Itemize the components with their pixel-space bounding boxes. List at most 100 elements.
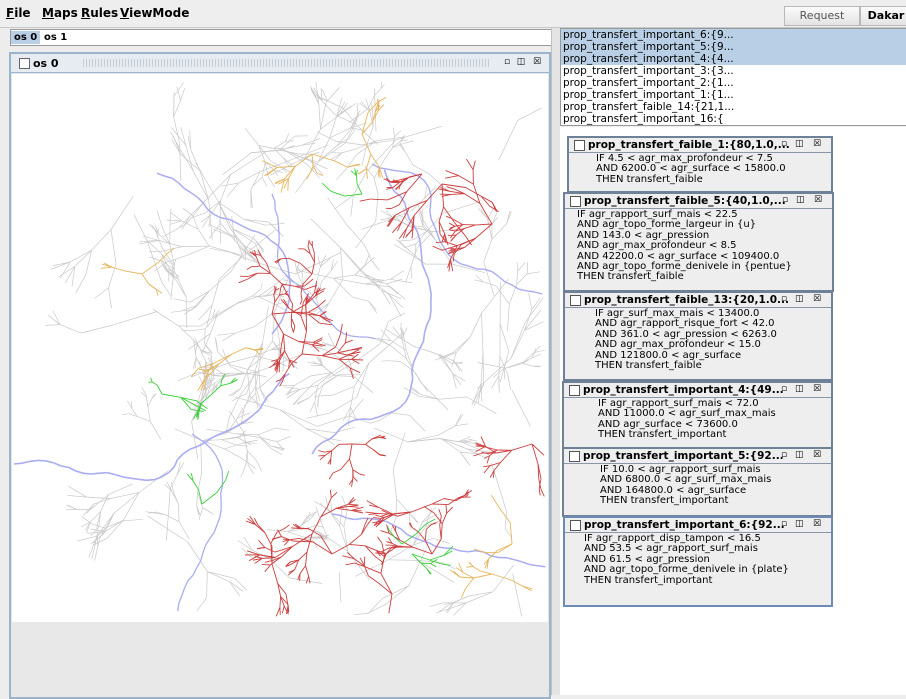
network-segment bbox=[214, 525, 217, 533]
rule-list-item[interactable]: prop_transfert_important_16:{ bbox=[561, 113, 906, 125]
network-segment bbox=[124, 493, 140, 521]
network-segment bbox=[178, 603, 179, 611]
minimize-icon[interactable]: ▫ bbox=[781, 139, 787, 150]
rule-box-titlebar[interactable]: prop_transfert_faible_1:{80,1.0,...▫◫☒ bbox=[569, 138, 831, 153]
network-segment bbox=[127, 401, 131, 408]
close-icon[interactable]: ☒ bbox=[813, 139, 821, 150]
network-segment bbox=[158, 237, 163, 249]
network-segment bbox=[351, 507, 363, 510]
network-segment bbox=[438, 605, 449, 613]
rule-box-checkbox[interactable] bbox=[569, 385, 580, 396]
split-divider[interactable] bbox=[551, 28, 560, 695]
network-segment bbox=[445, 176, 459, 179]
network-segment bbox=[173, 299, 190, 303]
rule-list-item[interactable]: prop_transfert_important_1:{1... bbox=[561, 89, 906, 101]
rule-box-titlebar[interactable]: prop_transfert_important_4:{49...▫◫☒ bbox=[564, 383, 831, 398]
minimize-icon[interactable]: ▫ bbox=[781, 450, 787, 461]
close-icon[interactable]: ☒ bbox=[813, 384, 821, 395]
network-segment bbox=[332, 544, 349, 554]
rule-box-checkbox[interactable] bbox=[570, 196, 581, 207]
rule-box[interactable]: prop_transfert_important_4:{49...▫◫☒IF a… bbox=[562, 381, 833, 449]
minimize-icon[interactable]: ▫ bbox=[781, 294, 787, 305]
rule-box[interactable]: prop_transfert_important_5:{92...▫◫☒IF 1… bbox=[562, 447, 833, 517]
maximize-icon[interactable]: ◫ bbox=[795, 384, 804, 395]
rule-box-titlebar[interactable]: prop_transfert_faible_13:{20,1.0...▫◫☒ bbox=[565, 293, 831, 308]
network-segment bbox=[239, 279, 248, 283]
network-segment bbox=[394, 130, 401, 137]
menu-maps[interactable]: Maps bbox=[42, 6, 78, 20]
rule-box-titlebar[interactable]: prop_transfert_important_6:{92...▫◫☒ bbox=[565, 518, 831, 533]
network-segment bbox=[46, 461, 54, 463]
network-segment bbox=[390, 271, 403, 280]
maximize-icon[interactable]: ◫ bbox=[795, 294, 804, 305]
network-segment bbox=[420, 341, 424, 348]
menu-file[interactable]: File bbox=[6, 6, 31, 20]
rule-box-checkbox[interactable] bbox=[570, 295, 581, 306]
network-segment bbox=[255, 371, 256, 393]
tab-os-1[interactable]: os 1 bbox=[41, 31, 70, 44]
network-segment bbox=[235, 327, 254, 334]
network-segment bbox=[507, 304, 509, 331]
network-segment bbox=[151, 378, 153, 382]
network-segment bbox=[294, 376, 311, 386]
network-segment bbox=[511, 580, 523, 586]
dakar-button[interactable]: Dakar bbox=[860, 6, 906, 26]
network-segment bbox=[341, 248, 366, 275]
menu-rules[interactable]: Rules bbox=[81, 6, 118, 20]
close-icon[interactable]: ☒ bbox=[532, 57, 542, 67]
maximize-icon[interactable]: ◫ bbox=[795, 139, 804, 150]
network-segment bbox=[341, 248, 343, 279]
maximize-icon[interactable]: ◫ bbox=[795, 450, 804, 461]
network-segment bbox=[286, 259, 288, 267]
close-icon[interactable]: ☒ bbox=[813, 294, 821, 305]
network-segment bbox=[275, 210, 278, 218]
minimize-icon[interactable]: ▫ bbox=[782, 195, 788, 206]
minimize-icon[interactable]: ▫ bbox=[781, 519, 787, 530]
network-segment bbox=[370, 199, 387, 200]
close-icon[interactable]: ☒ bbox=[813, 450, 821, 461]
rule-box[interactable]: prop_transfert_faible_13:{20,1.0...▫◫☒IF… bbox=[563, 291, 833, 381]
menu-viewmode[interactable]: ViewMode bbox=[120, 6, 189, 20]
network-segment bbox=[278, 217, 279, 225]
frame-checkbox[interactable] bbox=[19, 58, 30, 69]
minimize-icon[interactable]: ▫ bbox=[502, 57, 512, 67]
tab-os-0[interactable]: os 0 bbox=[11, 31, 40, 44]
rule-box[interactable]: prop_transfert_faible_1:{80,1.0,...▫◫☒IF… bbox=[567, 136, 833, 193]
rule-list-item[interactable]: prop_transfert_important_6:{9... bbox=[561, 29, 906, 41]
rule-box-titlebar[interactable]: prop_transfert_important_5:{92...▫◫☒ bbox=[564, 449, 831, 464]
network-segment bbox=[289, 283, 290, 291]
network-segment bbox=[430, 603, 444, 607]
network-segment bbox=[480, 571, 492, 574]
network-segment bbox=[379, 584, 392, 595]
rule-box-titlebar[interactable]: prop_transfert_faible_5:{40,1.0,...▫◫☒ bbox=[565, 194, 832, 209]
rule-box-checkbox[interactable] bbox=[574, 140, 585, 151]
request-button[interactable]: Request bbox=[784, 6, 860, 26]
network-segment bbox=[393, 469, 397, 499]
maximize-icon[interactable]: ◫ bbox=[795, 519, 804, 530]
map-canvas[interactable] bbox=[12, 74, 548, 622]
rule-box[interactable]: prop_transfert_important_6:{92...▫◫☒IF a… bbox=[563, 516, 833, 607]
map-frame-titlebar[interactable]: os 0 ▫ ◫ ☒ bbox=[11, 54, 549, 73]
network-segment bbox=[518, 263, 525, 272]
network-segment bbox=[256, 393, 258, 408]
network-segment bbox=[330, 490, 331, 498]
rule-list-item[interactable]: prop_transfert_important_3:{3... bbox=[561, 65, 906, 77]
network-segment bbox=[529, 293, 532, 310]
network-segment bbox=[163, 247, 182, 252]
network-segment bbox=[427, 184, 442, 200]
rule-list-item[interactable]: prop_transfert_important_5:{9... bbox=[561, 41, 906, 53]
rule-box[interactable]: prop_transfert_faible_5:{40,1.0,...▫◫☒IF… bbox=[563, 192, 834, 292]
rule-list-item[interactable]: prop_transfert_important_2:{1... bbox=[561, 77, 906, 89]
rule-list-item[interactable]: prop_transfert_faible_14:{21,1... bbox=[561, 101, 906, 113]
rule-list-item[interactable]: prop_transfert_important_4:{4... bbox=[561, 53, 906, 65]
maximize-icon[interactable]: ◫ bbox=[796, 195, 805, 206]
rule-box-checkbox[interactable] bbox=[569, 451, 580, 462]
close-icon[interactable]: ☒ bbox=[814, 195, 822, 206]
minimize-icon[interactable]: ▫ bbox=[781, 384, 787, 395]
close-icon[interactable]: ☒ bbox=[813, 519, 821, 530]
maximize-icon[interactable]: ◫ bbox=[516, 57, 526, 67]
network-segment bbox=[417, 348, 421, 355]
rule-box-checkbox[interactable] bbox=[570, 520, 581, 531]
network-segment bbox=[384, 148, 392, 160]
network-segment bbox=[400, 402, 406, 408]
